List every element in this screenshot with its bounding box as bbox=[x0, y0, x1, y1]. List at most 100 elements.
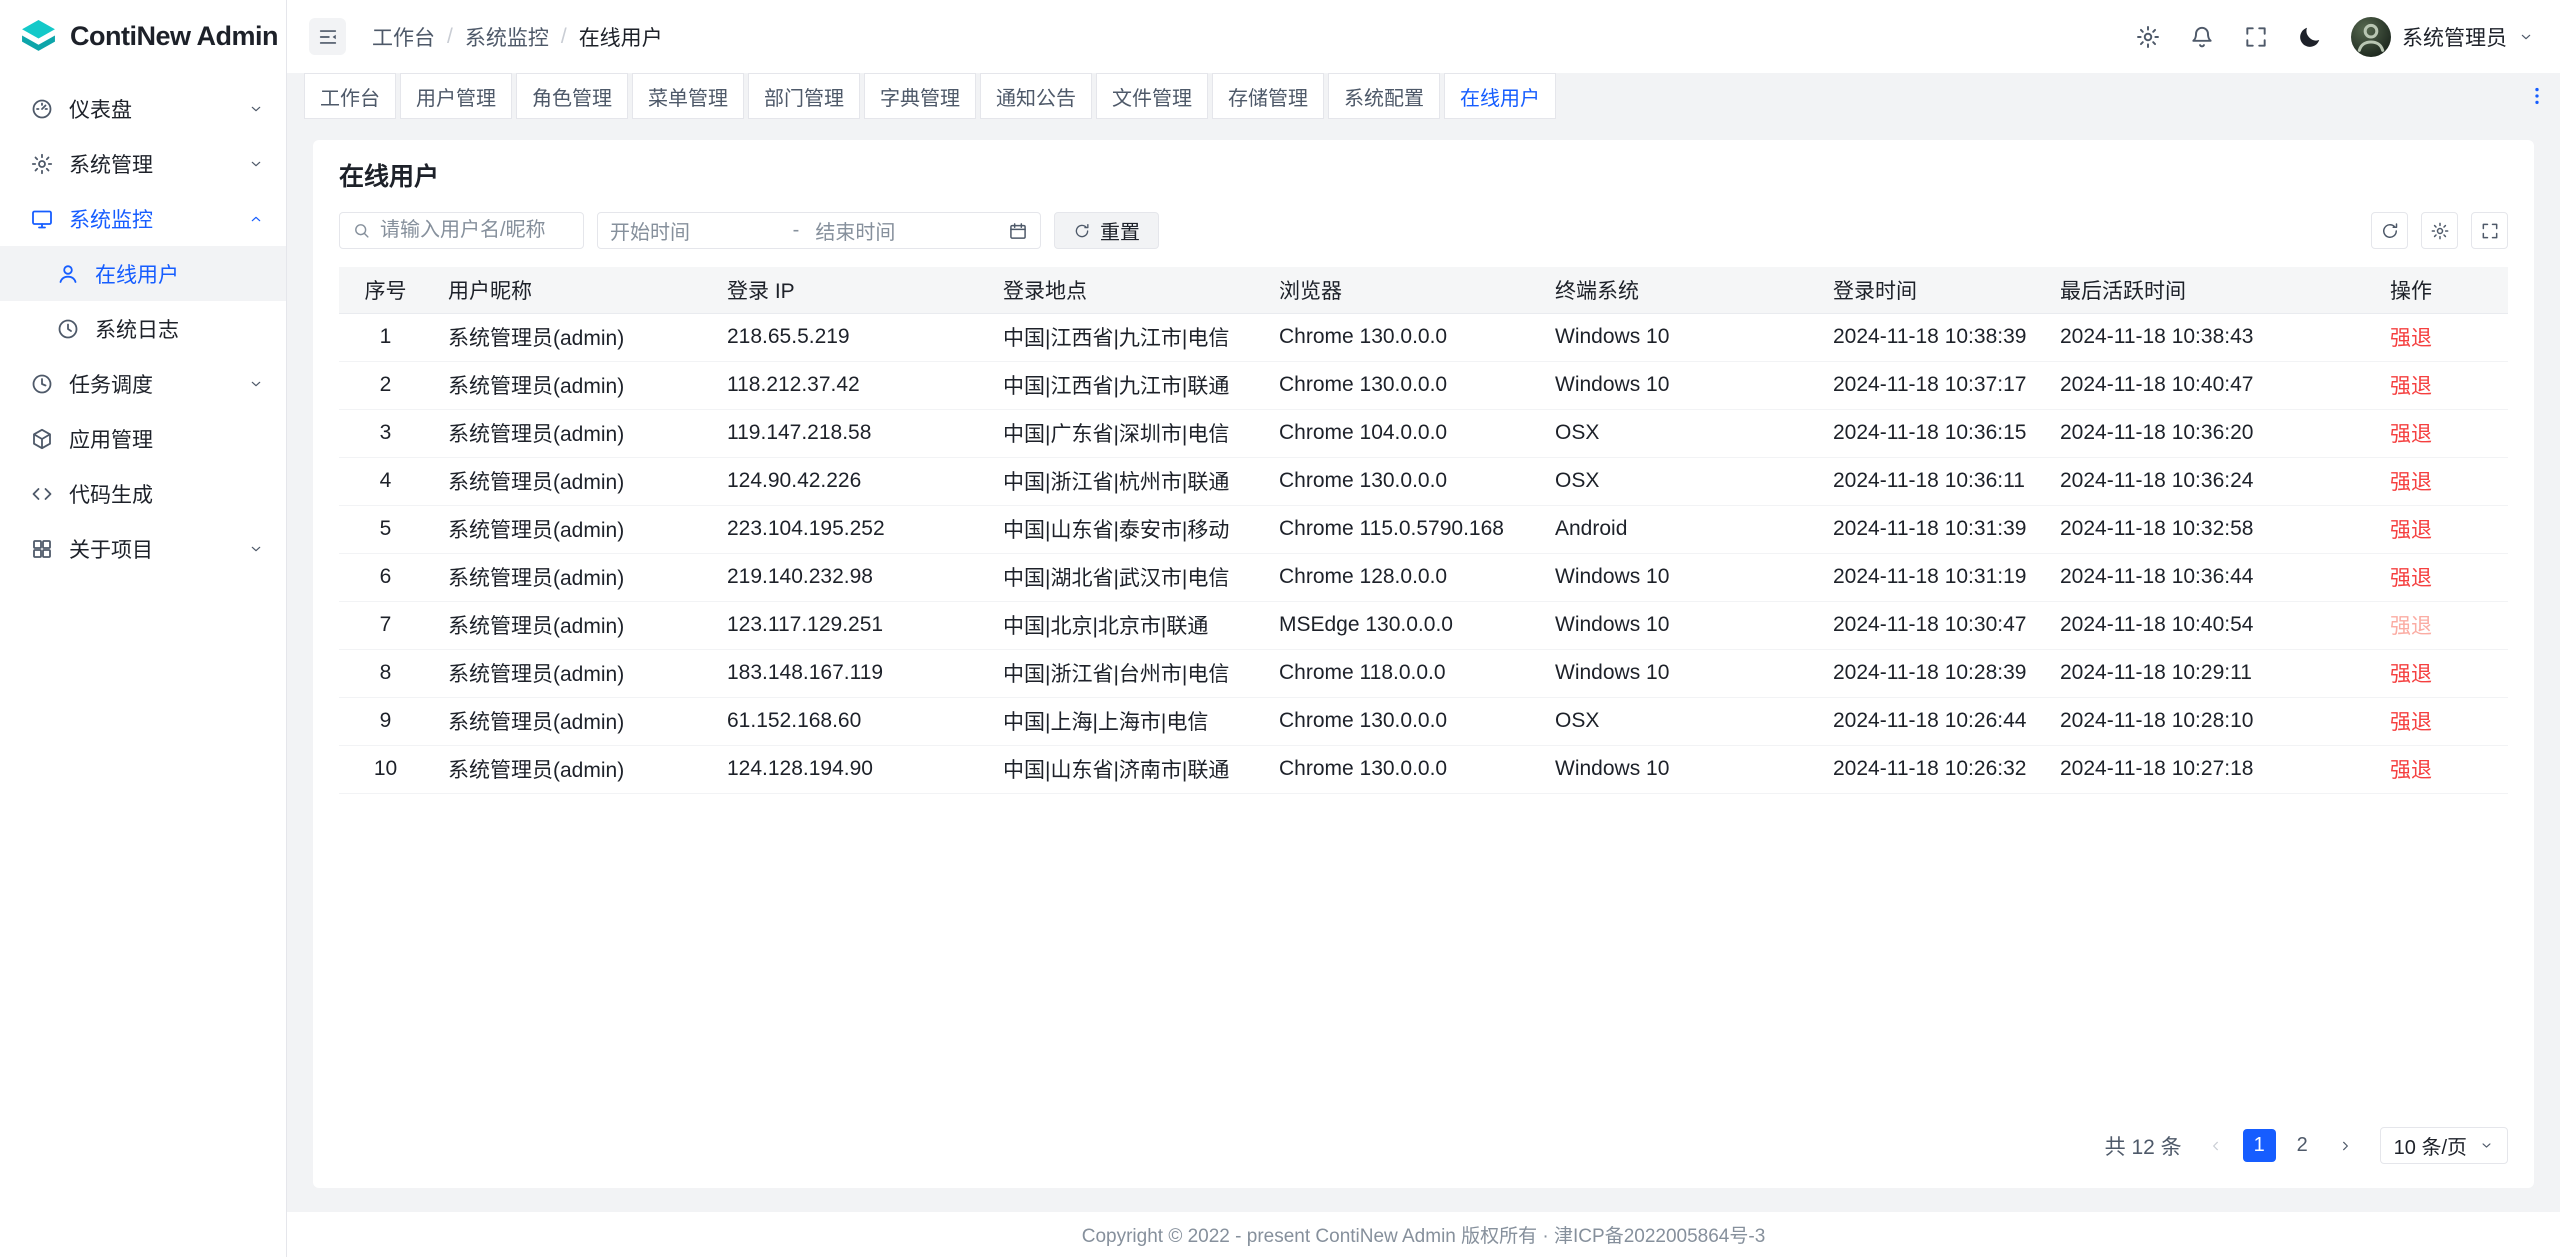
pagination-page-button[interactable]: 1 bbox=[2243, 1129, 2276, 1162]
cell-browser: Chrome 128.0.0.0 bbox=[1263, 553, 1539, 601]
topbar-actions: 系统管理员 bbox=[2135, 17, 2534, 57]
force-logout-link[interactable]: 强退 bbox=[2390, 471, 2432, 494]
cell-no: 3 bbox=[339, 409, 432, 457]
tab[interactable]: 用户管理 bbox=[400, 73, 512, 119]
column-header: 登录地点 bbox=[987, 267, 1263, 313]
date-separator: - bbox=[793, 219, 800, 242]
force-logout-link[interactable]: 强退 bbox=[2390, 519, 2432, 542]
chevron-down-icon bbox=[248, 376, 264, 392]
date-range-picker[interactable]: 开始时间 - 结束时间 bbox=[597, 212, 1041, 249]
breadcrumb-item[interactable]: 工作台 bbox=[372, 22, 435, 52]
cell-last_active_time: 2024-11-18 10:36:44 bbox=[2044, 553, 2374, 601]
cell-nickname: 系统管理员(admin) bbox=[432, 697, 711, 745]
tab[interactable]: 字典管理 bbox=[864, 73, 976, 119]
gear-icon[interactable] bbox=[2135, 24, 2161, 50]
column-header: 浏览器 bbox=[1263, 267, 1539, 313]
bell-icon[interactable] bbox=[2189, 24, 2215, 50]
sidebar-item[interactable]: 系统管理 bbox=[0, 136, 286, 191]
force-logout-link[interactable]: 强退 bbox=[2390, 711, 2432, 734]
tab[interactable]: 工作台 bbox=[304, 73, 396, 119]
app-logo[interactable]: ContiNew Admin bbox=[0, 0, 286, 73]
tab[interactable]: 角色管理 bbox=[516, 73, 628, 119]
sidebar-subitem[interactable]: 在线用户 bbox=[0, 246, 286, 301]
cell-last_active_time: 2024-11-18 10:29:11 bbox=[2044, 649, 2374, 697]
cell-os: OSX bbox=[1539, 409, 1817, 457]
cell-action: 强退 bbox=[2374, 745, 2508, 793]
force-logout-link[interactable]: 强退 bbox=[2390, 375, 2432, 398]
moon-icon[interactable] bbox=[2297, 24, 2323, 50]
online-users-card: 在线用户 开始时间 - 结束时间 重置 bbox=[313, 140, 2534, 1188]
pagination-controls: 12 bbox=[2200, 1129, 2362, 1162]
cell-nickname: 系统管理员(admin) bbox=[432, 601, 711, 649]
sidebar-item[interactable]: 代码生成 bbox=[0, 466, 286, 521]
page-title: 在线用户 bbox=[339, 162, 2508, 192]
cell-ip: 219.140.232.98 bbox=[711, 553, 987, 601]
refresh-table-button[interactable] bbox=[2371, 212, 2408, 249]
chevron-down-icon bbox=[248, 101, 264, 117]
tab[interactable]: 通知公告 bbox=[980, 73, 1092, 119]
chevron-down-icon bbox=[248, 541, 264, 557]
sidebar-item-label: 关于项目 bbox=[69, 534, 233, 564]
filter-toolbar: 开始时间 - 结束时间 重置 bbox=[339, 212, 2508, 249]
cell-last_active_time: 2024-11-18 10:32:58 bbox=[2044, 505, 2374, 553]
fullscreen-icon[interactable] bbox=[2243, 24, 2269, 50]
reset-button[interactable]: 重置 bbox=[1054, 212, 1159, 249]
search-input[interactable] bbox=[380, 219, 571, 242]
cell-no: 6 bbox=[339, 553, 432, 601]
tab[interactable]: 文件管理 bbox=[1096, 73, 1208, 119]
force-logout-link[interactable]: 强退 bbox=[2390, 663, 2432, 686]
user-menu[interactable]: 系统管理员 bbox=[2351, 17, 2534, 57]
page-size-select[interactable]: 10 条/页 bbox=[2380, 1127, 2508, 1164]
cell-ip: 218.65.5.219 bbox=[711, 313, 987, 361]
pagination-prev-button[interactable] bbox=[2200, 1129, 2233, 1162]
sidebar-item[interactable]: 仪表盘 bbox=[0, 81, 286, 136]
table-row: 7系统管理员(admin)123.117.129.251中国|北京|北京市|联通… bbox=[339, 601, 2508, 649]
collapse-sidebar-button[interactable] bbox=[309, 18, 346, 55]
table-row: 10系统管理员(admin)124.128.194.90中国|山东省|济南市|联… bbox=[339, 745, 2508, 793]
fullscreen-table-button[interactable] bbox=[2471, 212, 2508, 249]
force-logout-link[interactable]: 强退 bbox=[2390, 567, 2432, 590]
cell-action: 强退 bbox=[2374, 601, 2508, 649]
cell-nickname: 系统管理员(admin) bbox=[432, 409, 711, 457]
sidebar-item[interactable]: 系统监控 bbox=[0, 191, 286, 246]
cell-nickname: 系统管理员(admin) bbox=[432, 649, 711, 697]
force-logout-link[interactable]: 强退 bbox=[2390, 423, 2432, 446]
cell-browser: Chrome 115.0.5790.168 bbox=[1263, 505, 1539, 553]
pagination-page-button[interactable]: 2 bbox=[2286, 1129, 2319, 1162]
tab-label: 工作台 bbox=[320, 82, 380, 111]
tab[interactable]: 存储管理 bbox=[1212, 73, 1324, 119]
breadcrumb-item[interactable]: 系统监控 bbox=[465, 22, 549, 52]
cell-location: 中国|北京|北京市|联通 bbox=[987, 601, 1263, 649]
breadcrumb: 工作台/系统监控/在线用户 bbox=[372, 22, 663, 52]
force-logout-link[interactable]: 强退 bbox=[2390, 759, 2432, 782]
force-logout-link[interactable]: 强退 bbox=[2390, 327, 2432, 350]
cell-os: OSX bbox=[1539, 457, 1817, 505]
cube-icon bbox=[30, 427, 54, 451]
chevron-down-icon bbox=[2518, 29, 2534, 45]
tab[interactable]: 部门管理 bbox=[748, 73, 860, 119]
force-logout-link[interactable]: 强退 bbox=[2390, 615, 2432, 638]
logo-icon bbox=[20, 18, 57, 55]
tab[interactable]: 菜单管理 bbox=[632, 73, 744, 119]
tab-label: 角色管理 bbox=[532, 82, 612, 111]
topbar: 工作台/系统监控/在线用户 系统管理员 bbox=[287, 0, 2560, 73]
cell-location: 中国|浙江省|台州市|电信 bbox=[987, 649, 1263, 697]
gear-table-button[interactable] bbox=[2421, 212, 2458, 249]
sidebar-subitem[interactable]: 系统日志 bbox=[0, 301, 286, 356]
pagination-next-button[interactable] bbox=[2329, 1129, 2362, 1162]
tab-active[interactable]: 在线用户 bbox=[1444, 73, 1556, 119]
sidebar-item[interactable]: 任务调度 bbox=[0, 356, 286, 411]
page-size-label: 10 条/页 bbox=[2394, 1131, 2467, 1160]
cell-no: 7 bbox=[339, 601, 432, 649]
cell-os: Windows 10 bbox=[1539, 649, 1817, 697]
monitor-icon bbox=[30, 207, 54, 231]
cell-login_time: 2024-11-18 10:38:39 bbox=[1817, 313, 2044, 361]
sidebar-item[interactable]: 应用管理 bbox=[0, 411, 286, 466]
sidebar-item[interactable]: 关于项目 bbox=[0, 521, 286, 576]
tab-label: 字典管理 bbox=[880, 82, 960, 111]
tab-label: 菜单管理 bbox=[648, 82, 728, 111]
tab-more-button[interactable] bbox=[2522, 73, 2552, 119]
tab-label: 在线用户 bbox=[1460, 82, 1540, 111]
tab[interactable]: 系统配置 bbox=[1328, 73, 1440, 119]
tab-label: 存储管理 bbox=[1228, 82, 1308, 111]
